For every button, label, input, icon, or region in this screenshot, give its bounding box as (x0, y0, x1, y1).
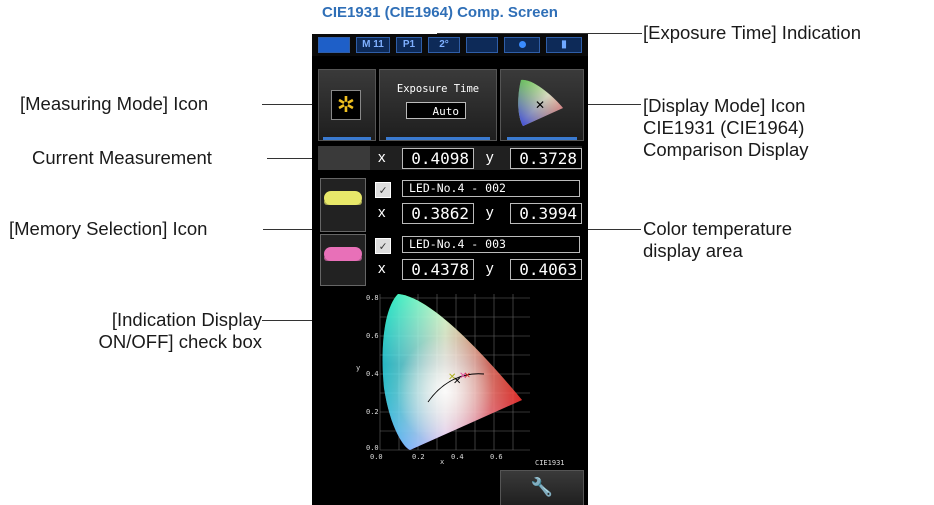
status-bar: M 11 P1 2° ▮ (312, 34, 588, 56)
cie-chart: ✕ ✕ ✕ ✕ 0.8 0.6 0.4 0.2 0.0 y 0.0 0.2 0.… (356, 294, 565, 467)
callout-current-measurement: Current Measurement (32, 147, 212, 168)
svg-text:✕: ✕ (535, 98, 545, 112)
memory-color-bar-glow (324, 255, 362, 261)
callout-text-line: ON/OFF] check box (98, 331, 262, 352)
y-axis-label: y (356, 364, 360, 372)
wrench-icon: 🔧 (530, 477, 554, 497)
current-y-label: y (486, 149, 494, 166)
callout-display-mode: [Display Mode] Icon CIE1931 (CIE1964) Co… (643, 95, 809, 161)
memory-row: ✓ LED-No.4 - 002 x 0.3862 y 0.3994 (318, 176, 582, 232)
x-tick: 0.6 (490, 453, 503, 461)
memory-selection-button[interactable] (320, 234, 366, 286)
sun-icon: ✲ (331, 90, 361, 120)
callout-text-line: Color temperature (643, 218, 793, 239)
memory-x-label: x (378, 204, 386, 221)
measuring-mode-button[interactable]: ✲ (318, 69, 376, 141)
y-tick: 0.2 (366, 408, 379, 416)
memory-y-label: y (486, 260, 494, 277)
memory-y-value: 0.4063 (510, 259, 582, 280)
memory-selection-button[interactable] (320, 178, 366, 232)
connection-icon (504, 37, 540, 53)
y-tick: 0.0 (366, 444, 379, 452)
program-label: P1 (396, 37, 422, 53)
current-marker: ✕ (453, 376, 461, 387)
callout-text-line: CIE1931 (CIE1964) (643, 117, 805, 138)
memory-x-value: 0.4378 (402, 259, 474, 280)
lock-icon: ▮ (546, 37, 582, 53)
chart-caption: CIE1931 (535, 459, 565, 467)
callout-exposure-time: [Exposure Time] Indication (643, 22, 861, 43)
memory-channel-label: M 11 (356, 37, 390, 53)
current-marker-highlight: ✕ (464, 371, 471, 380)
exposure-time-button[interactable]: Exposure Time Auto (379, 69, 497, 141)
memory-x-label: x (378, 260, 386, 277)
page-title: CIE1931 (CIE1964) Comp. Screen (322, 4, 558, 21)
current-x-label: x (378, 149, 386, 166)
indication-display-checkbox[interactable]: ✓ (375, 238, 391, 254)
callout-color-temp: Color temperature display area (643, 218, 792, 262)
x-tick: 0.4 (451, 453, 464, 461)
callout-indication-display: [Indication Display ON/OFF] check box (66, 309, 262, 353)
cie-diagram-icon: ✕ (518, 79, 563, 126)
x-tick: 0.0 (370, 453, 383, 461)
current-x-value: 0.4098 (402, 148, 474, 169)
exposure-label: Exposure Time (396, 83, 480, 95)
callout-text-line: display area (643, 240, 743, 261)
memory-row: ✓ LED-No.4 - 003 x 0.4378 y 0.4063 (318, 232, 582, 286)
display-mode-button[interactable]: ✕ (500, 69, 584, 141)
memory-color-bar-glow (324, 199, 362, 205)
callout-text-line: Comparison Display (643, 139, 809, 160)
callout-measuring-mode: [Measuring Mode] Icon (20, 93, 209, 114)
callout-line (585, 229, 641, 230)
x-tick: 0.2 (412, 453, 425, 461)
memory-y-label: y (486, 204, 494, 221)
active-indicator (323, 137, 371, 140)
memory-name: LED-No.4 - 002 (402, 180, 580, 197)
device-screen: M 11 P1 2° ▮ ✲ Exposure Time Auto ✕ x 0.… (312, 34, 588, 505)
y-tick: 0.4 (366, 370, 379, 378)
memory-name: LED-No.4 - 003 (402, 236, 580, 253)
x-axis-label: x (440, 458, 444, 466)
settings-button[interactable]: 🔧 (500, 470, 584, 505)
indication-display-checkbox[interactable]: ✓ (375, 182, 391, 198)
current-swatch (318, 146, 370, 170)
callout-line (585, 104, 641, 105)
current-measurement-row: x 0.4098 y 0.3728 (318, 146, 582, 170)
active-indicator (386, 137, 490, 140)
callout-text-line: [Indication Display (111, 309, 262, 330)
callout-memory-selection: [Memory Selection] Icon (9, 218, 208, 239)
active-indicator (507, 137, 577, 140)
y-tick: 0.6 (366, 332, 379, 340)
observer-angle-label: 2° (428, 37, 460, 53)
callout-text-line: [Display Mode] Icon (643, 95, 806, 116)
battery-icon (318, 37, 350, 53)
exposure-value: Auto (406, 102, 466, 119)
memory-x-value: 0.3862 (402, 203, 474, 224)
y-tick: 0.8 (366, 294, 379, 302)
current-y-value: 0.3728 (510, 148, 582, 169)
memory-y-value: 0.3994 (510, 203, 582, 224)
status-slot (466, 37, 498, 53)
